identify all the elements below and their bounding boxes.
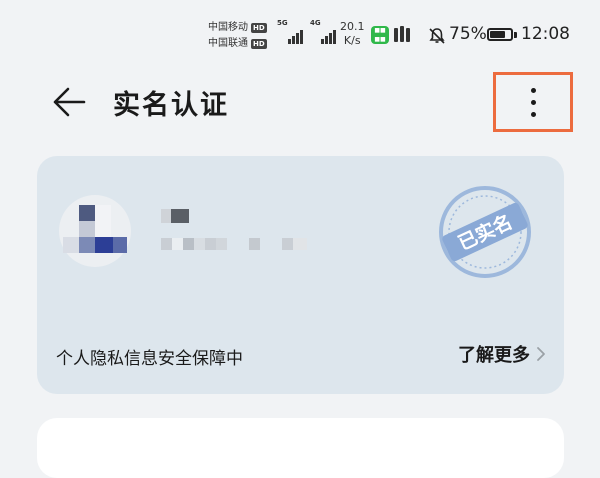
back-button[interactable] [50,84,90,120]
app-grid-icon [394,26,410,44]
title-bar: 实名认证 [0,70,600,134]
page-title: 实名认证 [113,90,229,121]
battery-fill [490,31,505,38]
hd-badge: HD [251,23,267,33]
battery-icon [487,28,513,41]
id-number-redacted [161,238,307,250]
app-notification-icon: ■■ ■■ [371,26,389,44]
carrier-2: 中国联通 [208,38,248,49]
chevron-right-icon [537,347,545,361]
battery-percent: 75% [449,24,487,44]
carrier-1: 中国移动 [208,22,248,33]
secondary-card [37,418,564,478]
dot [530,111,536,117]
verified-stamp-icon: 已实名 [439,186,531,278]
identity-card: 已实名 个人隐私信息安全保障中 了解更多 [37,156,564,394]
avatar [59,195,131,267]
signal-4g-icon: 4G [310,19,336,44]
status-bar: 中国移动 HD 中国联通 HD 5G 4G 20.1 K/s ■■ ■■ 75% 12… [0,0,600,70]
dot [530,87,536,93]
learn-more-label: 了解更多 [458,345,530,366]
privacy-notice: 个人隐私信息安全保障中 [56,349,243,369]
battery-tip [514,32,517,38]
clock: 12:08 [521,24,570,44]
bell-muted-icon [429,28,445,44]
dot [530,99,536,105]
signal-5g-icon: 5G [277,19,303,44]
network-speed: 20.1 K/s [340,20,365,47]
hd-badge: HD [251,39,267,49]
back-arrow-icon [53,87,86,117]
learn-more-link[interactable]: 了解更多 [458,341,546,367]
carrier-info: 中国移动 HD 中国联通 HD [208,20,267,52]
more-options-button[interactable] [493,72,573,132]
name-redacted [161,209,189,223]
